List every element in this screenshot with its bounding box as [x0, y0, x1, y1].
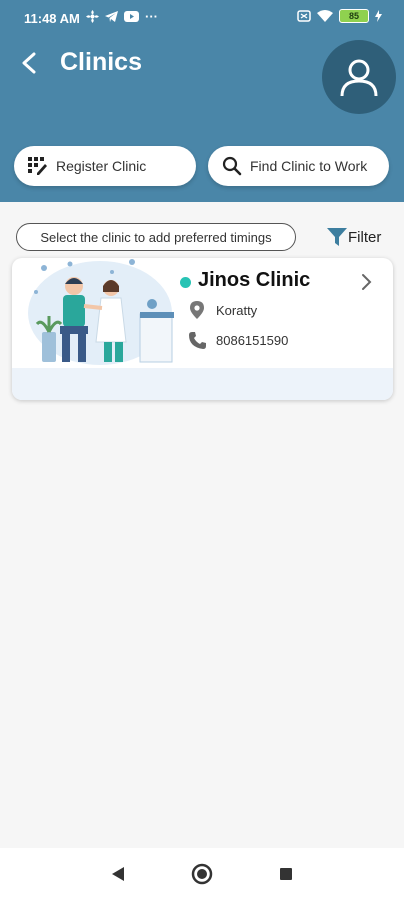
select-clinic-hint: Select the clinic to add preferred timin…	[16, 223, 296, 251]
clinic-card-footer	[12, 368, 393, 400]
circle-home-icon	[191, 863, 213, 885]
charging-icon	[375, 10, 382, 22]
app-header: 11:48 AM ··· 85 Clinics Register Clinic …	[0, 0, 404, 202]
profile-avatar-button[interactable]	[322, 40, 396, 114]
battery-indicator: 85	[339, 9, 369, 23]
find-clinic-label: Find Clinic to Work	[250, 158, 368, 174]
clinic-card[interactable]: Jinos Clinic Koratty 8086151590	[12, 258, 393, 400]
register-clinic-button[interactable]: Register Clinic	[14, 146, 196, 186]
clinic-location-row: Koratty	[186, 301, 257, 319]
clinic-phone: 8086151590	[216, 333, 289, 348]
filter-icon	[327, 228, 347, 246]
clinic-name: Jinos Clinic	[198, 269, 311, 291]
nav-recents-button[interactable]	[274, 862, 298, 886]
find-clinic-button[interactable]: Find Clinic to Work	[208, 146, 389, 186]
fan-icon	[86, 10, 99, 23]
sim-off-icon	[297, 10, 311, 22]
back-button[interactable]	[12, 46, 46, 80]
filter-button[interactable]: Filter	[326, 226, 381, 248]
clinic-phone-row: 8086151590	[186, 332, 288, 349]
clinic-illustration	[28, 259, 174, 365]
system-nav-bar	[0, 848, 404, 900]
grid-edit-icon	[28, 157, 48, 175]
square-recents-icon	[280, 868, 292, 880]
telegram-icon	[105, 11, 118, 22]
status-system-icons: 85	[297, 9, 382, 23]
page-title: Clinics	[60, 48, 142, 76]
register-clinic-label: Register Clinic	[56, 158, 147, 174]
status-notification-icons: ···	[86, 9, 158, 24]
status-time: 11:48 AM	[24, 11, 80, 26]
status-bar: 11:48 AM ··· 85	[0, 0, 404, 34]
clinic-status-dot	[180, 277, 191, 288]
user-icon	[340, 59, 378, 97]
arrow-left-icon	[22, 52, 36, 74]
nav-back-button[interactable]	[106, 862, 130, 886]
youtube-icon	[124, 11, 139, 22]
clinic-location: Koratty	[216, 302, 258, 318]
phone-icon	[186, 332, 208, 349]
location-pin-icon	[186, 301, 208, 319]
battery-level: 85	[348, 11, 359, 21]
triangle-back-icon	[112, 867, 124, 881]
chevron-right-icon[interactable]	[356, 270, 376, 294]
filter-label: Filter	[348, 228, 382, 246]
wifi-icon	[317, 10, 333, 22]
status-more: ···	[145, 9, 158, 24]
nav-home-button[interactable]	[190, 862, 214, 886]
search-icon	[222, 156, 242, 176]
